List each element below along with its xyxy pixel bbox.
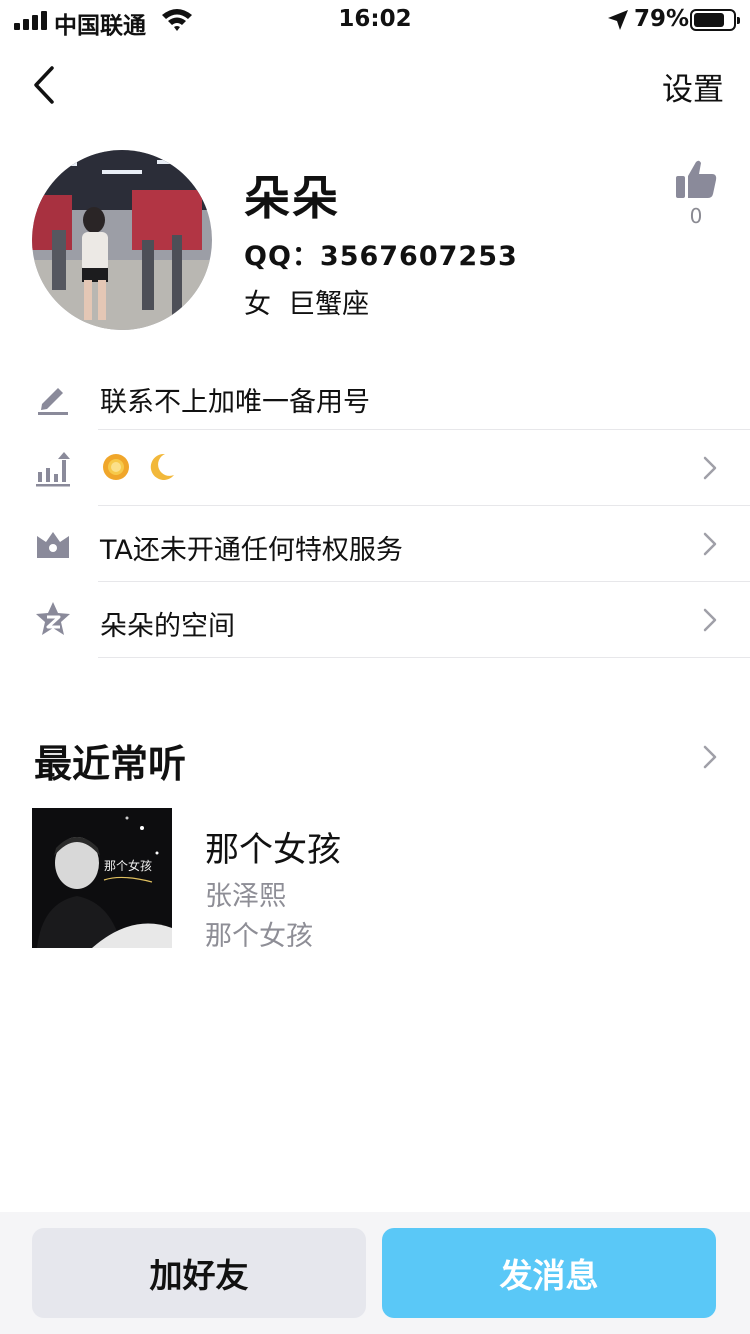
qzone-star-icon bbox=[36, 602, 70, 635]
privilege-text: TA还未开通任何特权服务 bbox=[100, 535, 403, 566]
recent-listening-title: 最近常听 bbox=[34, 742, 187, 786]
signature-text: 联系不上加唯一备用号 bbox=[100, 387, 370, 418]
level-row[interactable] bbox=[0, 430, 750, 506]
battery-percent: 79% bbox=[634, 6, 690, 32]
level-badges bbox=[100, 450, 181, 483]
divider bbox=[98, 657, 750, 658]
privilege-row[interactable]: TA还未开通任何特权服务 bbox=[0, 506, 750, 582]
pencil-icon bbox=[38, 388, 68, 415]
song-album: 那个女孩 bbox=[205, 921, 313, 952]
moon-emoji-icon bbox=[150, 453, 174, 480]
sun-emoji-icon bbox=[103, 453, 129, 480]
qzone-row[interactable]: 朵朵的空间 bbox=[0, 582, 750, 658]
add-friend-button[interactable]: 加好友 bbox=[32, 1228, 366, 1318]
album-cover-art: 那个女孩 bbox=[32, 808, 172, 948]
song-title: 那个女孩 bbox=[205, 830, 341, 870]
signature-row[interactable]: 联系不上加唯一备用号 bbox=[0, 358, 750, 430]
avatar[interactable] bbox=[32, 150, 212, 330]
recent-song-card[interactable]: 那个女孩 那个女孩 张泽熙 那个女孩 bbox=[32, 808, 722, 952]
bottom-action-bar: 加好友 发消息 bbox=[0, 1212, 750, 1334]
avatar-photo bbox=[32, 150, 212, 330]
cover-title: 那个女孩 bbox=[104, 858, 152, 873]
battery-icon bbox=[690, 9, 740, 31]
back-button[interactable] bbox=[28, 62, 64, 108]
location-arrow-icon bbox=[608, 10, 628, 30]
thumbs-up-icon[interactable] bbox=[672, 156, 720, 204]
crown-icon bbox=[37, 532, 69, 558]
settings-button[interactable]: 设置 bbox=[662, 64, 724, 109]
gender-zodiac: 女 巨蟹座 bbox=[244, 289, 370, 320]
chevron-right-icon bbox=[703, 456, 717, 480]
chevron-right-icon[interactable] bbox=[698, 741, 722, 773]
like-count: 0 bbox=[689, 204, 703, 228]
chevron-right-icon bbox=[703, 608, 717, 632]
song-artist: 张泽熙 bbox=[205, 881, 286, 912]
status-bar: 中国联通 16:02 79% bbox=[0, 0, 750, 40]
nickname: 朵朵 bbox=[244, 171, 340, 225]
chevron-right-icon bbox=[703, 532, 717, 556]
qq-number: QQ：3567607253 bbox=[244, 241, 518, 272]
send-message-button[interactable]: 发消息 bbox=[382, 1228, 716, 1318]
album-cover: 那个女孩 bbox=[32, 808, 172, 948]
qzone-text: 朵朵的空间 bbox=[100, 611, 235, 642]
level-chart-icon bbox=[36, 452, 70, 487]
